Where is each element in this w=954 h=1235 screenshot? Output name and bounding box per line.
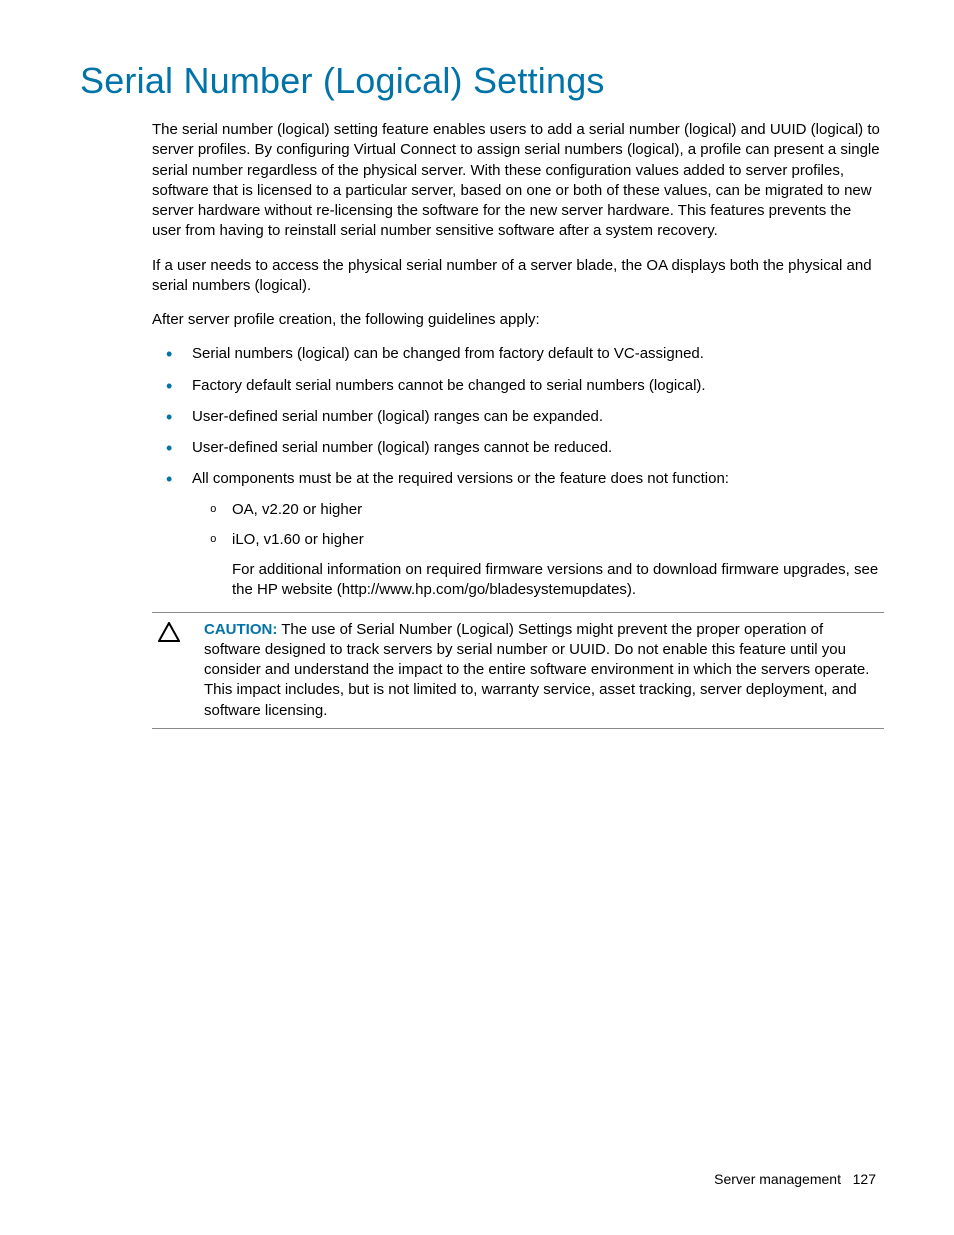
caution-icon — [152, 620, 204, 648]
guidelines-list: Serial numbers (logical) can be changed … — [152, 344, 884, 600]
caution-text: CAUTION: The use of Serial Number (Logic… — [204, 620, 884, 721]
list-item: All components must be at the required v… — [152, 469, 884, 600]
list-item-text: OA, v2.20 or higher — [232, 501, 362, 518]
footer-section: Server management — [714, 1171, 841, 1187]
body-content: The serial number (logical) setting feat… — [152, 120, 884, 729]
list-item-text: User-defined serial number (logical) ran… — [192, 439, 612, 456]
firmware-info-paragraph: For additional information on required f… — [232, 560, 884, 601]
caution-label: CAUTION: — [204, 621, 277, 638]
list-item: User-defined serial number (logical) ran… — [152, 407, 884, 427]
version-sublist: OA, v2.20 or higher iLO, v1.60 or higher… — [192, 500, 884, 601]
paragraph-oa-note: If a user needs to access the physical s… — [152, 256, 884, 297]
list-item-text: All components must be at the required v… — [192, 470, 729, 487]
document-page: Serial Number (Logical) Settings The ser… — [0, 0, 954, 1235]
list-item-text: User-defined serial number (logical) ran… — [192, 408, 603, 425]
page-footer: Server management 127 — [714, 1171, 876, 1187]
list-item: iLO, v1.60 or higher For additional info… — [192, 530, 884, 601]
list-item: User-defined serial number (logical) ran… — [152, 438, 884, 458]
paragraph-guidelines-lead: After server profile creation, the follo… — [152, 310, 884, 330]
list-item: Serial numbers (logical) can be changed … — [152, 344, 884, 364]
list-item-text: Factory default serial numbers cannot be… — [192, 377, 706, 394]
footer-page-number: 127 — [853, 1171, 876, 1187]
list-item: Factory default serial numbers cannot be… — [152, 376, 884, 396]
caution-body: The use of Serial Number (Logical) Setti… — [204, 621, 869, 719]
list-item-text: Serial numbers (logical) can be changed … — [192, 345, 704, 362]
caution-callout: CAUTION: The use of Serial Number (Logic… — [152, 612, 884, 729]
page-title: Serial Number (Logical) Settings — [80, 60, 884, 102]
paragraph-intro: The serial number (logical) setting feat… — [152, 120, 884, 242]
list-item-text: iLO, v1.60 or higher — [232, 531, 364, 548]
list-item: OA, v2.20 or higher — [192, 500, 884, 520]
